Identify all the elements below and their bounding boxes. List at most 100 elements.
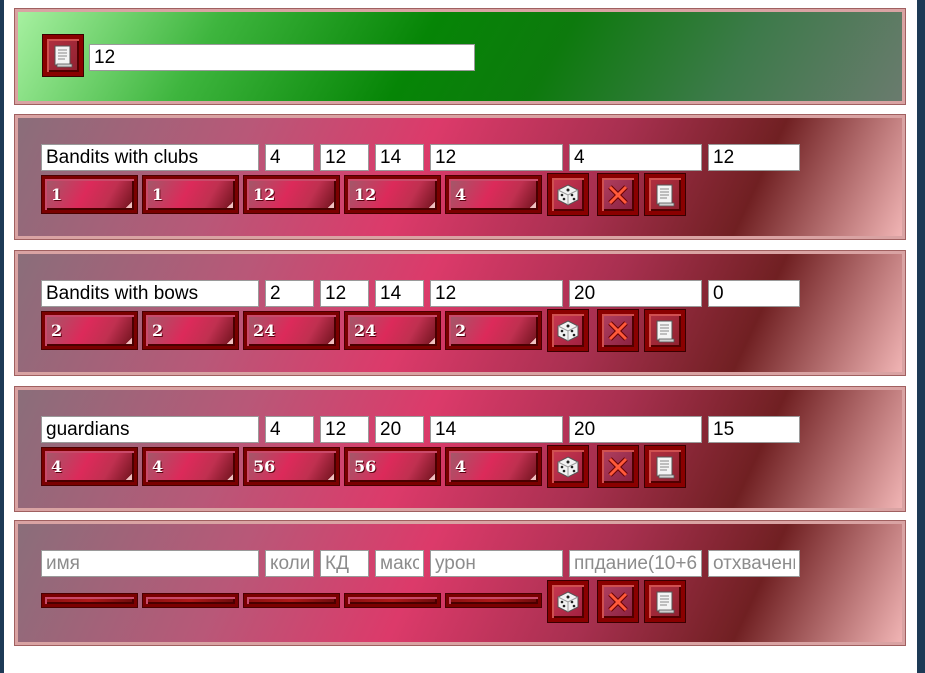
note-button[interactable] xyxy=(644,173,686,216)
stat-button[interactable]: 24 xyxy=(243,311,340,350)
roll-button[interactable] xyxy=(547,309,589,352)
stat-value: 4 xyxy=(455,457,467,476)
stat-button[interactable]: 56 xyxy=(243,447,340,486)
note-button[interactable] xyxy=(644,309,686,352)
new-monster-panel xyxy=(14,520,906,646)
stat-button[interactable]: 1 xyxy=(41,175,138,214)
note-button[interactable] xyxy=(644,580,686,623)
stat-button[interactable]: 2 xyxy=(142,311,239,350)
monster-count-input[interactable] xyxy=(265,144,314,171)
header-panel xyxy=(14,8,906,105)
monster-ac-input[interactable] xyxy=(320,144,369,171)
monster-hit-input[interactable] xyxy=(569,144,702,171)
resize-corner-icon xyxy=(530,474,536,480)
monster-damage-input[interactable] xyxy=(430,144,563,171)
note-button[interactable] xyxy=(644,445,686,488)
new-name-input[interactable] xyxy=(41,550,259,577)
note-icon xyxy=(656,591,675,613)
roll-button[interactable] xyxy=(547,580,589,623)
stat-value: 4 xyxy=(152,457,164,476)
stat-button[interactable]: 56 xyxy=(344,447,441,486)
resize-corner-icon xyxy=(429,202,435,208)
stat-value: 2 xyxy=(51,321,63,340)
roll-button[interactable] xyxy=(547,445,589,488)
stat-value: 56 xyxy=(253,457,276,476)
stat-value: 24 xyxy=(354,321,377,340)
resize-corner-icon xyxy=(328,474,334,480)
delete-button[interactable] xyxy=(597,173,639,216)
stat-button[interactable]: 4 xyxy=(445,175,542,214)
monster-name-input[interactable] xyxy=(41,280,259,307)
resize-corner-icon xyxy=(530,338,536,344)
stat-value: 56 xyxy=(354,457,377,476)
stat-button[interactable]: 4 xyxy=(41,447,138,486)
dice-icon xyxy=(557,590,579,613)
resize-corner-icon xyxy=(126,202,132,208)
new-hit-input[interactable] xyxy=(569,550,702,577)
note-icon xyxy=(656,320,675,342)
monster-ac-input[interactable] xyxy=(320,416,369,443)
dice-icon xyxy=(557,183,579,206)
monster-damage-input[interactable] xyxy=(430,416,563,443)
header-value-input[interactable] xyxy=(89,44,475,71)
stat-button[interactable]: 12 xyxy=(243,175,340,214)
resize-corner-icon xyxy=(328,202,334,208)
roll-button[interactable] xyxy=(547,173,589,216)
monster-hit-input[interactable] xyxy=(569,416,702,443)
stat-button[interactable]: 24 xyxy=(344,311,441,350)
monster-max-input[interactable] xyxy=(375,416,424,443)
monster-damage-input[interactable] xyxy=(430,280,563,307)
monster-name-input[interactable] xyxy=(41,416,259,443)
monster-name-input[interactable] xyxy=(41,144,259,171)
monster-panel: 1 1 12 12 4 xyxy=(14,114,906,240)
monster-max-input[interactable] xyxy=(375,280,424,307)
new-taken-input[interactable] xyxy=(708,550,800,577)
monster-ac-input[interactable] xyxy=(320,280,369,307)
stat-button[interactable]: 4 xyxy=(142,447,239,486)
stat-button[interactable]: 2 xyxy=(41,311,138,350)
new-max-input[interactable] xyxy=(375,550,424,577)
close-icon xyxy=(608,591,628,612)
new-damage-input[interactable] xyxy=(430,550,563,577)
monster-taken-input[interactable] xyxy=(708,280,800,307)
stat-value: 12 xyxy=(354,185,377,204)
new-count-input[interactable] xyxy=(265,550,314,577)
delete-button[interactable] xyxy=(597,309,639,352)
stat-button[interactable]: 12 xyxy=(344,175,441,214)
monster-panel: 2 2 24 24 2 xyxy=(14,250,906,376)
delete-button[interactable] xyxy=(597,580,639,623)
new-stat-bar[interactable] xyxy=(41,593,138,608)
stat-value: 24 xyxy=(253,321,276,340)
resize-corner-icon xyxy=(227,474,233,480)
close-icon xyxy=(608,456,628,477)
stat-button[interactable]: 4 xyxy=(445,447,542,486)
note-icon xyxy=(656,184,675,206)
stat-value: 2 xyxy=(455,321,467,340)
monster-count-input[interactable] xyxy=(265,416,314,443)
new-stat-bar[interactable] xyxy=(445,593,542,608)
new-ac-input[interactable] xyxy=(320,550,369,577)
monster-hit-input[interactable] xyxy=(569,280,702,307)
note-button[interactable] xyxy=(42,34,84,77)
new-stat-bar[interactable] xyxy=(243,593,340,608)
stat-button[interactable]: 2 xyxy=(445,311,542,350)
monster-taken-input[interactable] xyxy=(708,144,800,171)
stat-value: 4 xyxy=(51,457,63,476)
stat-value: 2 xyxy=(152,321,164,340)
monster-taken-input[interactable] xyxy=(708,416,800,443)
resize-corner-icon xyxy=(429,474,435,480)
monster-count-input[interactable] xyxy=(265,280,314,307)
monster-max-input[interactable] xyxy=(375,144,424,171)
stat-value: 1 xyxy=(51,185,63,204)
new-stat-bar[interactable] xyxy=(142,593,239,608)
stat-button[interactable]: 1 xyxy=(142,175,239,214)
stat-value: 1 xyxy=(152,185,164,204)
dice-icon xyxy=(557,319,579,342)
resize-corner-icon xyxy=(227,202,233,208)
resize-corner-icon xyxy=(126,474,132,480)
resize-corner-icon xyxy=(227,338,233,344)
new-stat-bar[interactable] xyxy=(344,593,441,608)
delete-button[interactable] xyxy=(597,445,639,488)
stat-value: 4 xyxy=(455,185,467,204)
note-icon xyxy=(656,456,675,478)
